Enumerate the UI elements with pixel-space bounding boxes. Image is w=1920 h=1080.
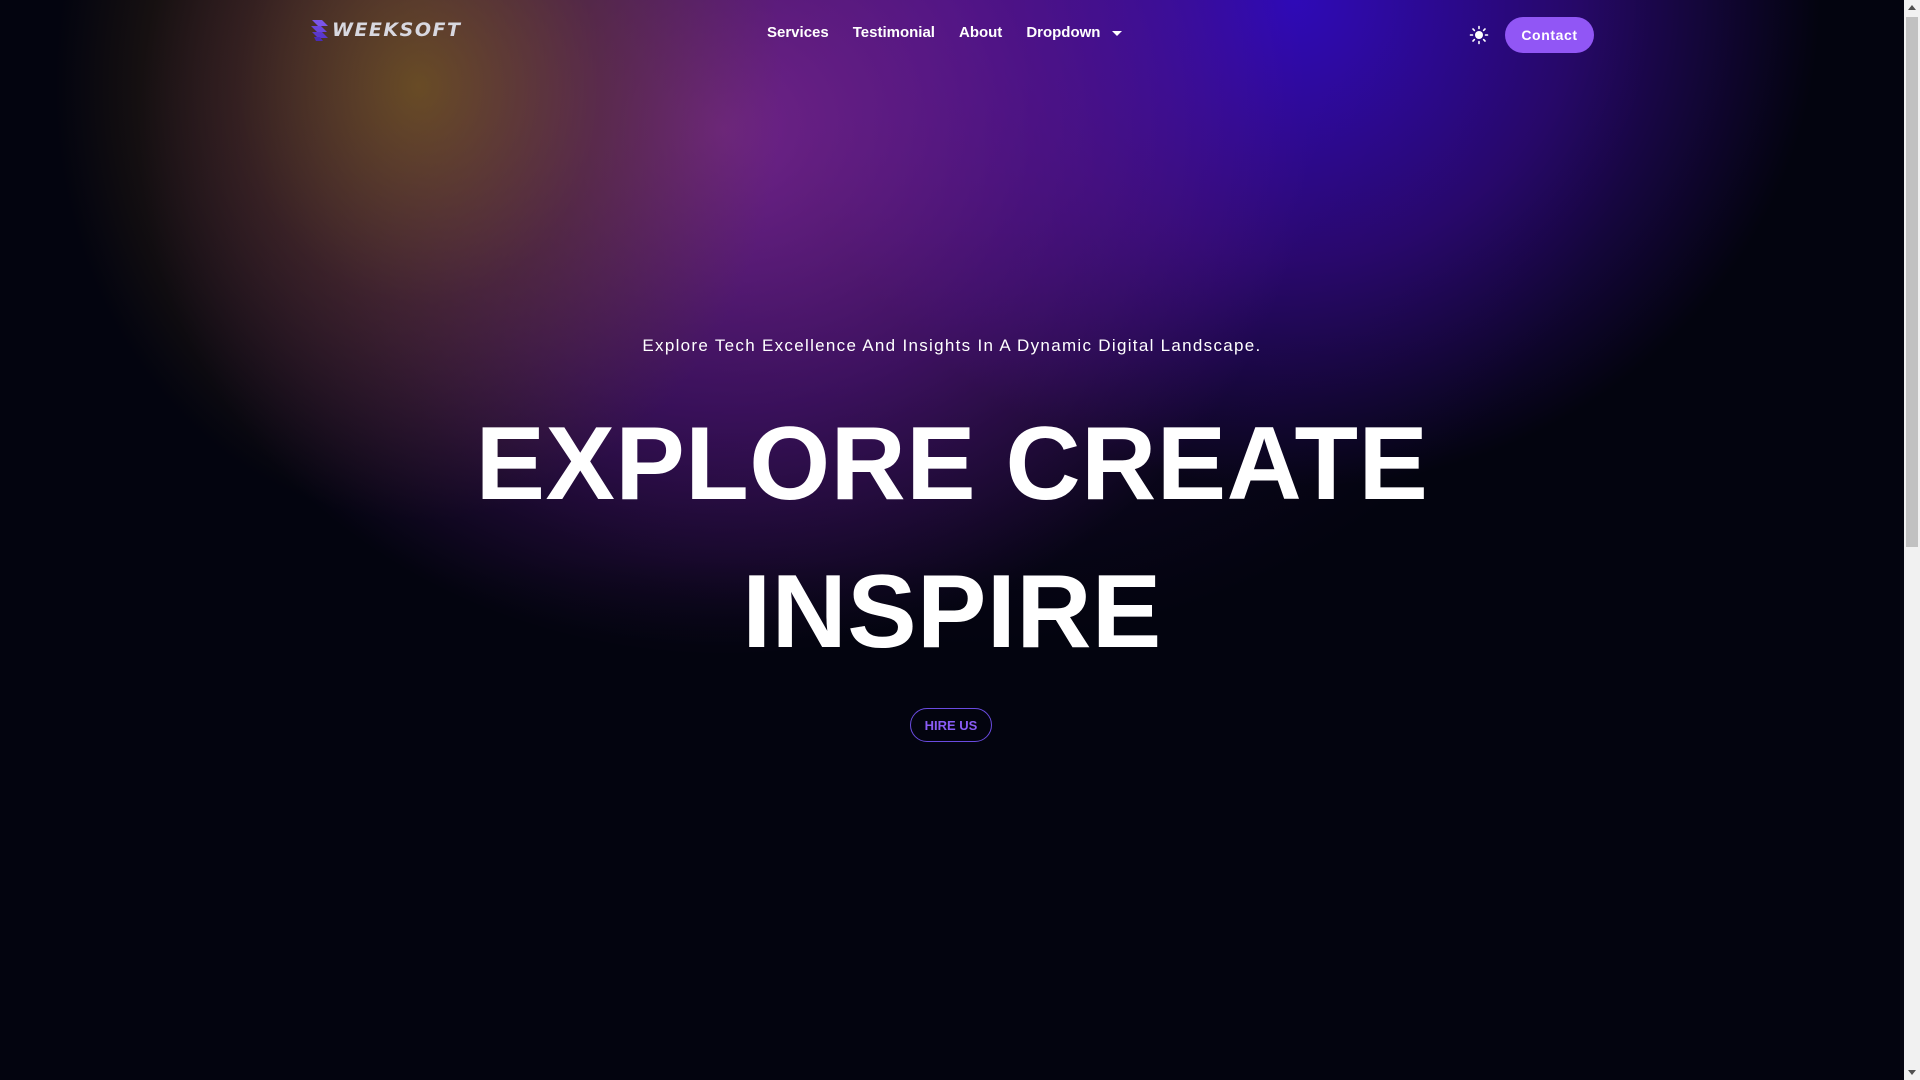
hire-us-button[interactable]: HIRE US — [910, 708, 992, 742]
scroll-up-arrow-icon[interactable] — [1908, 5, 1916, 10]
page-viewport: WEEKSOFT Services Testimonial About Drop… — [0, 0, 1904, 1080]
vertical-scrollbar[interactable] — [1904, 0, 1920, 1080]
scrollbar-thumb[interactable] — [1906, 17, 1918, 547]
hero-tagline: Explore Tech Excellence And Insights In … — [642, 336, 1262, 355]
scroll-down-arrow-icon[interactable] — [1908, 1070, 1916, 1075]
hero-section: Explore Tech Excellence And Insights In … — [0, 0, 1904, 1080]
hero-headline: EXPLORE CREATE INSPIRE — [0, 390, 1904, 686]
hero-headline-line1: EXPLORE CREATE — [475, 406, 1429, 522]
hero-headline-line2: INSPIRE — [742, 554, 1162, 670]
